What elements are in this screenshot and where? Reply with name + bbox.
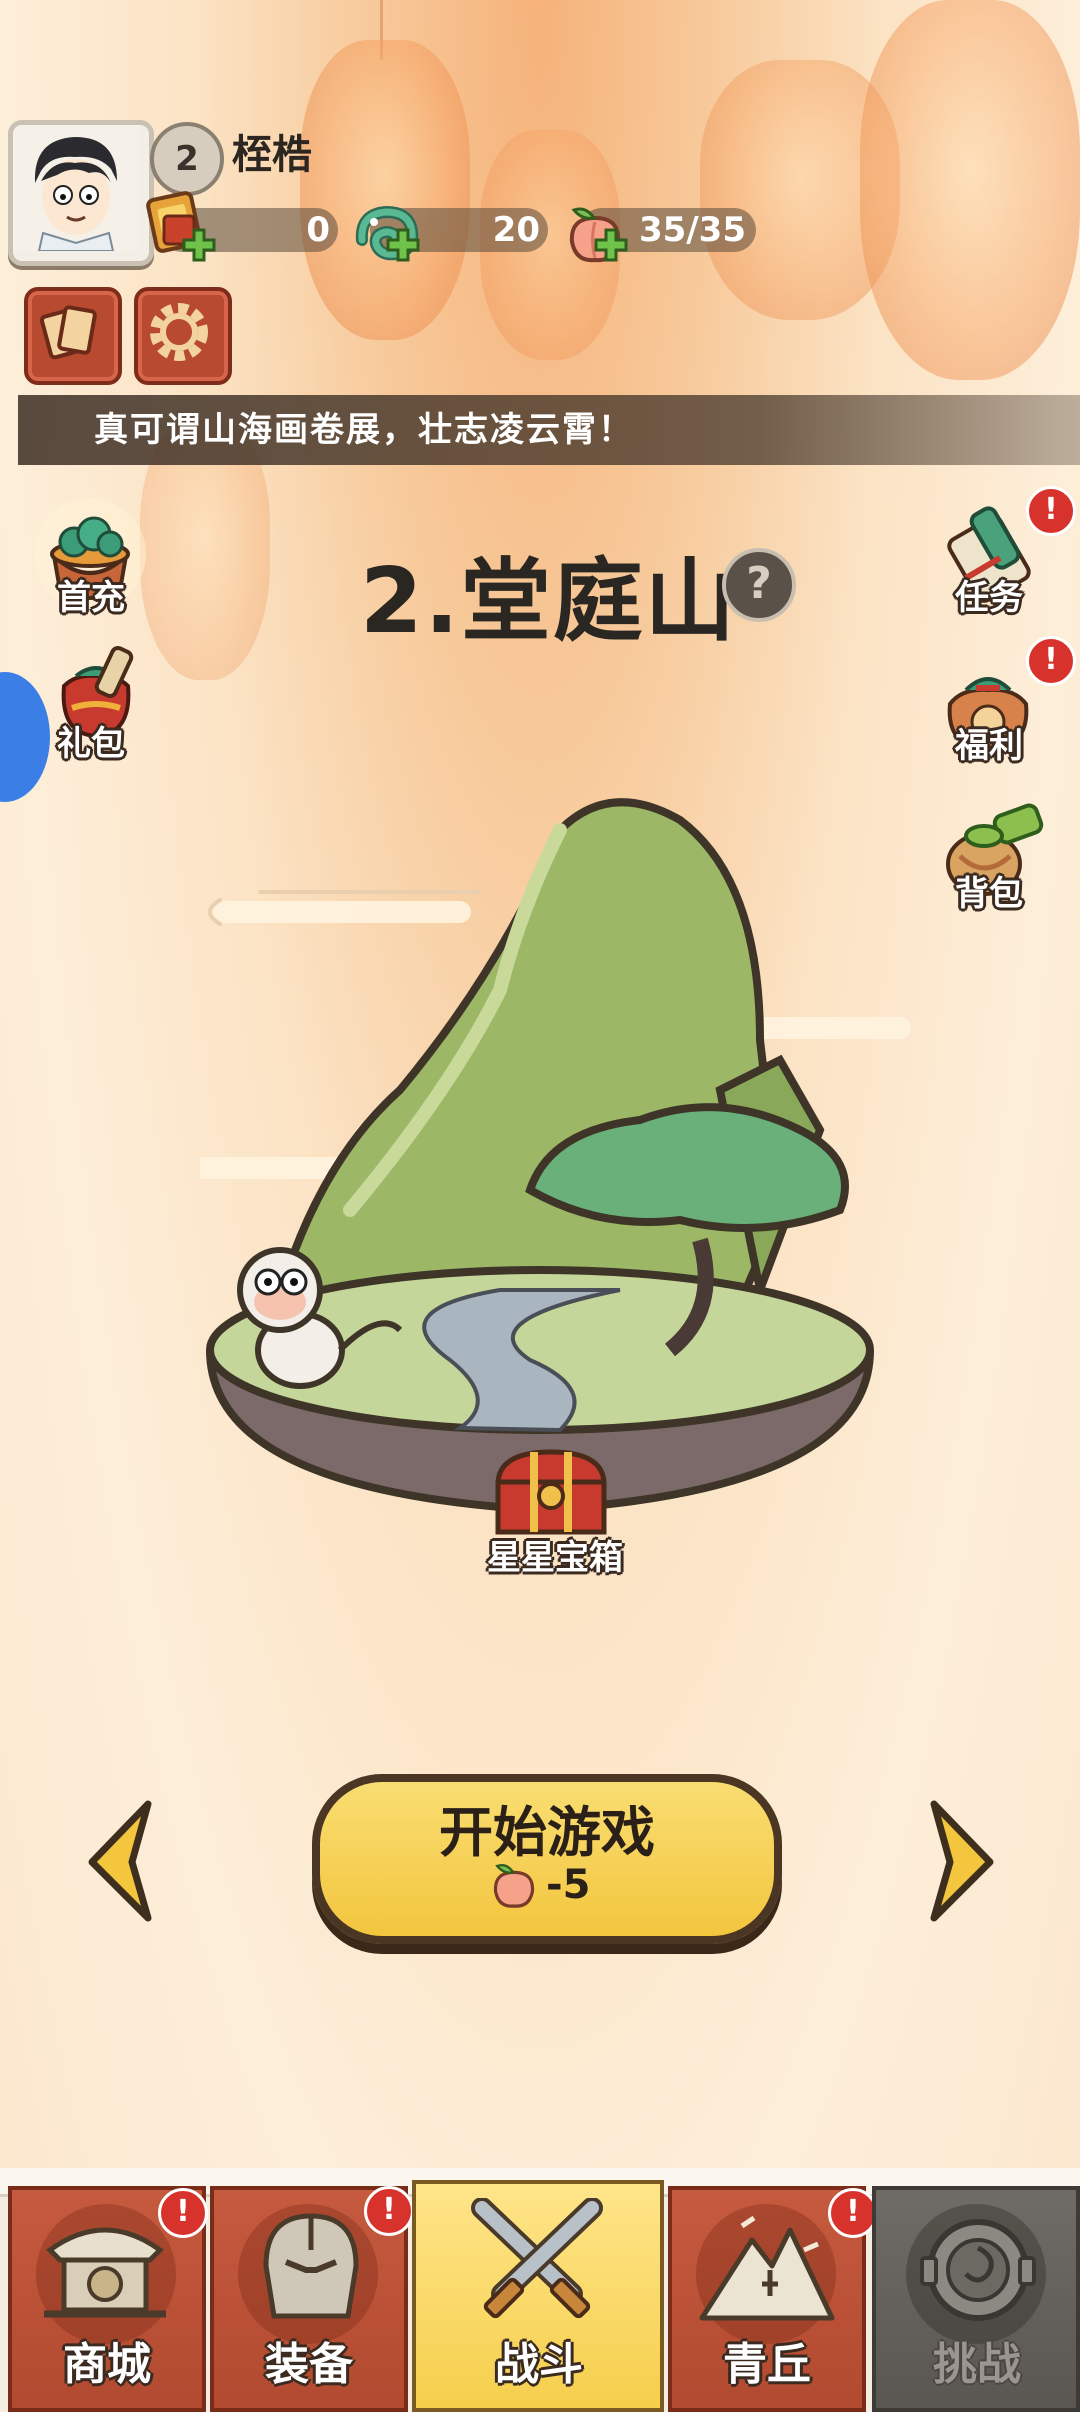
cards-button[interactable] <box>24 287 122 385</box>
welfare-alert-badge: ! <box>1026 636 1076 686</box>
add-stamina-button[interactable] <box>594 228 628 262</box>
tasks-alert-badge: ! <box>1026 486 1076 536</box>
first-recharge-label: 首充 <box>57 578 125 618</box>
player-name: 桎梏 <box>232 131 312 178</box>
backpack-label: 背包 <box>955 874 1023 914</box>
lantern-decoration <box>300 40 470 340</box>
announcement-banner: 真可谓山海画卷展，壮志凌云霄！ <box>18 395 1080 465</box>
stage-title: 2.堂庭山 <box>360 549 737 654</box>
star-chest-button[interactable] <box>486 1448 616 1540</box>
settings-button[interactable] <box>134 287 232 385</box>
chevron-left-icon <box>88 1800 152 1922</box>
qingqiu-alert-badge: ! <box>828 2188 878 2238</box>
cards-icon <box>39 305 97 360</box>
add-gold-button[interactable] <box>182 228 216 262</box>
peach-cost-icon <box>486 1858 542 1914</box>
shop-icon <box>44 2227 166 2318</box>
player-level-value: 2 <box>175 139 199 179</box>
nav-label-shop: 商城 <box>63 2339 151 2390</box>
player-avatar[interactable] <box>8 120 154 266</box>
star-chest-label: 星星宝箱 <box>487 1538 623 1578</box>
nav-label-battle: 战斗 <box>495 2339 583 2390</box>
nav-label-challenge: 挑战 <box>933 2339 1021 2390</box>
crossed-swords-icon <box>471 2198 603 2319</box>
add-jade-button[interactable] <box>386 228 420 262</box>
avatar-portrait-icon <box>13 125 139 252</box>
start-game-cost: -5 <box>546 1862 591 1908</box>
start-game-label: 开始游戏 <box>439 1801 655 1864</box>
previous-stage-button[interactable] <box>82 1796 162 1926</box>
equipment-alert-badge: ! <box>364 2186 414 2236</box>
spiral-gate-icon <box>920 2219 1036 2321</box>
lantern-decoration <box>860 0 1080 380</box>
gear-icon <box>150 303 208 361</box>
tasks-label: 任务 <box>955 578 1023 618</box>
nav-label-equipment: 装备 <box>265 2339 353 2390</box>
stage-help-button[interactable]: ? <box>722 548 796 622</box>
welfare-label: 福利 <box>955 726 1023 766</box>
helmet-icon <box>263 2213 359 2319</box>
chevron-right-icon <box>930 1800 994 1922</box>
next-stage-button[interactable] <box>920 1796 1000 1926</box>
shop-alert-badge: ! <box>158 2188 208 2238</box>
mountain-icon <box>699 2215 835 2321</box>
gift-pack-label: 礼包 <box>57 724 125 764</box>
nav-label-qingqiu: 青丘 <box>723 2339 811 2390</box>
stage-island-illustration <box>200 798 911 1515</box>
player-level-badge: 2 <box>150 122 224 196</box>
treasure-chest-icon <box>495 1449 607 1535</box>
help-icon: ? <box>746 558 772 609</box>
stamina-value: 35/35 <box>638 210 746 250</box>
